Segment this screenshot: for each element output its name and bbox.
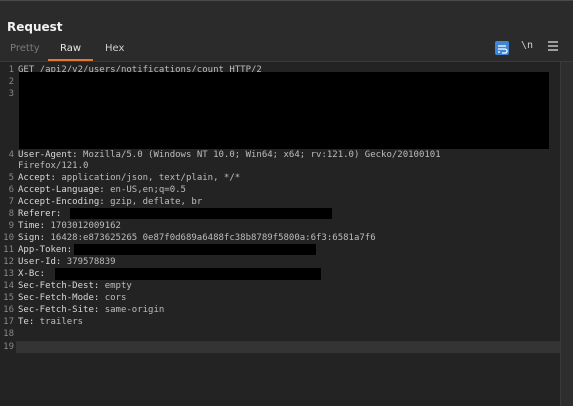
line-number: 2 [8, 77, 14, 87]
tab-raw[interactable]: Raw [48, 41, 93, 61]
header-value: same-origin [99, 305, 165, 315]
header-name: User-Agent: [18, 150, 78, 160]
redacted-block [19, 72, 549, 149]
header-value: trailers [34, 317, 84, 327]
request-line[interactable]: 9 Time: 1703012009162 [0, 220, 560, 232]
request-line[interactable]: 5 Accept: application/json, text/plain, *… [0, 172, 560, 184]
line-number: 17 [3, 317, 14, 327]
header-value: cors [99, 293, 127, 303]
header-name: Accept: [18, 173, 56, 183]
header-value: application/json, text/plain, */* [55, 173, 241, 183]
header-name: Time: [18, 221, 46, 231]
line-number: 13 [3, 269, 14, 279]
request-line[interactable]: 15 Sec-Fetch-Mode: cors [0, 292, 560, 304]
request-line[interactable]: 18 [0, 328, 560, 340]
request-line[interactable]: 19 [0, 341, 560, 353]
request-line[interactable]: 17 Te: trailers [0, 316, 560, 328]
header-name: Accept-Encoding: [18, 197, 105, 207]
line-number: 8 [8, 209, 14, 219]
show-newlines-button[interactable]: \n [521, 40, 533, 51]
line-number: 11 [3, 245, 14, 255]
request-line[interactable]: 10 Sign: 16428:e873625265 0e87f0d689a6488… [0, 232, 560, 244]
header-value: gzip, deflate, br [104, 197, 203, 207]
header-name: X-Bc: [18, 269, 46, 279]
line-number: 16 [3, 305, 14, 315]
request-line[interactable]: 16 Sec-Fetch-Site: same-origin [0, 304, 560, 316]
line-number: 18 [3, 329, 14, 339]
request-line[interactable]: 6 Accept-Language: en-US,en;q=0.5 [0, 184, 560, 196]
editor-menu-button[interactable] [546, 38, 560, 54]
header-name: Referer: [18, 209, 62, 219]
redacted-x-bc [55, 268, 321, 280]
line-number: 6 [8, 185, 14, 195]
redacted-app-token [74, 244, 316, 255]
line-number: 19 [3, 342, 14, 352]
raw-request-editor[interactable]: 1 GET /api2/v2/users/notifications/count … [0, 61, 573, 406]
line-number: 7 [8, 197, 14, 207]
header-name: User-Id: [18, 257, 62, 267]
panel-title: Request [7, 20, 63, 34]
request-panel: Request Pretty Raw Hex \n 1 GET /api2/v2/… [0, 0, 573, 406]
wrap-lines-button[interactable] [495, 41, 509, 55]
line-number: 10 [3, 233, 14, 243]
redacted-referer [70, 208, 332, 219]
line-number: 15 [3, 293, 14, 303]
line-number: 12 [3, 257, 14, 267]
header-value: Firefox/121.0 [18, 161, 89, 171]
header-name: Sec-Fetch-Mode: [18, 293, 100, 303]
request-line[interactable]: 12 User-Id: 379578839 [0, 256, 560, 268]
header-value: 379578839 [61, 257, 116, 267]
line-number: 14 [3, 281, 14, 291]
header-value: 16428:e873625265 0e87f0d689a6488fc38b878… [45, 233, 376, 243]
header-value: en-US,en;q=0.5 [104, 185, 186, 195]
line-number: 1 [8, 65, 14, 75]
header-name: Sec-Fetch-Dest: [18, 281, 100, 291]
line-number: 3 [8, 89, 14, 99]
request-line[interactable]: 7 Accept-Encoding: gzip, deflate, br [0, 196, 560, 208]
header-value: Mozilla/5.0 (Windows NT 10.0; Win64; x64… [77, 150, 441, 160]
header-name: Te: [18, 317, 35, 327]
top-divider [0, 0, 573, 1]
header-name: Sign: [18, 233, 46, 243]
line-number: 5 [8, 173, 14, 183]
request-line[interactable]: Firefox/121.0 [0, 160, 560, 172]
header-name: App-Token: [18, 245, 73, 255]
header-value: empty [99, 281, 132, 291]
header-name: Accept-Language: [18, 185, 105, 195]
vertical-scrollbar[interactable] [560, 62, 573, 406]
tab-pretty[interactable]: Pretty [10, 41, 40, 59]
line-number: 9 [8, 221, 14, 231]
header-name: Sec-Fetch-Site: [18, 305, 100, 315]
wrap-lines-icon [498, 45, 508, 54]
header-value: 1703012009162 [45, 221, 121, 231]
tab-hex[interactable]: Hex [105, 41, 124, 59]
hamburger-menu-icon [548, 41, 558, 51]
request-line[interactable]: 14 Sec-Fetch-Dest: empty [0, 280, 560, 292]
